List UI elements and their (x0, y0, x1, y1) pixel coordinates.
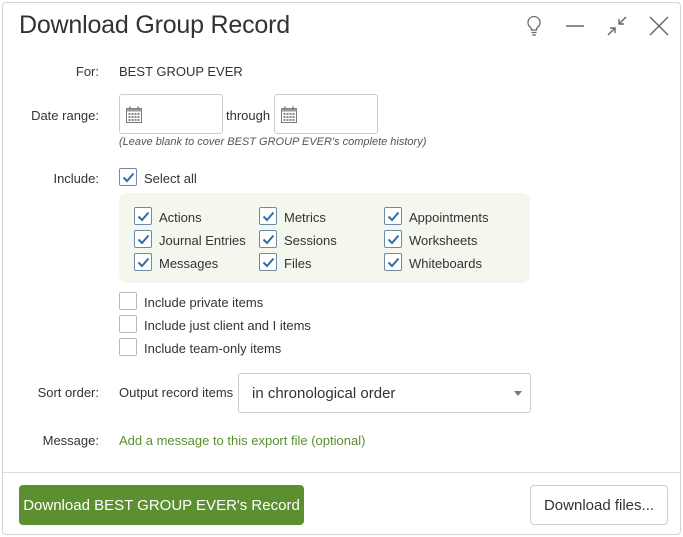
include-item-label: Journal Entries (159, 233, 246, 248)
privacy-option-label: Include private items (144, 295, 264, 310)
select-all-label: Select all (144, 171, 197, 186)
calendar-icon[interactable] (126, 106, 142, 128)
sort-order-label: Sort order: (37, 385, 99, 400)
privacy-option-label: Include just client and I items (144, 318, 311, 333)
sort-order-selected: in chronological order (252, 385, 396, 402)
message-label: Message: (42, 433, 99, 448)
privacy-option-label: Include team-only items (144, 341, 282, 356)
include-item-label: Whiteboards (409, 256, 482, 271)
lightbulb-icon[interactable] (521, 13, 547, 39)
include-item-label: Actions (159, 210, 202, 225)
download-record-button[interactable]: Download BEST GROUP EVER's Record (19, 485, 304, 525)
include-whiteboards-checkbox[interactable] (384, 253, 402, 271)
include-item-label: Sessions (284, 233, 337, 248)
include-metrics-checkbox[interactable] (259, 207, 277, 225)
for-value: BEST GROUP EVER (119, 64, 243, 79)
dropdown-caret-icon (514, 391, 522, 396)
collapse-icon[interactable] (604, 13, 630, 39)
include-item-label: Files (284, 256, 312, 271)
dialog-title: Download Group Record (19, 11, 290, 39)
download-files-button[interactable]: Download files... (530, 485, 668, 525)
include-worksheets-checkbox[interactable] (384, 230, 402, 248)
date-range-label: Date range: (31, 108, 99, 123)
through-text: through (226, 108, 271, 123)
date-start-input[interactable] (119, 94, 223, 134)
include-item-label: Worksheets (409, 233, 478, 248)
include-item-label: Messages (159, 256, 219, 271)
include-label: Include: (53, 171, 99, 186)
include-journal-entries-checkbox[interactable] (134, 230, 152, 248)
sort-prefix-text: Output record items (119, 385, 234, 400)
privacy-option-checkbox[interactable] (119, 315, 137, 333)
for-label: For: (75, 64, 99, 79)
include-messages-checkbox[interactable] (134, 253, 152, 271)
include-files-checkbox[interactable] (259, 253, 277, 271)
close-icon[interactable] (646, 13, 672, 39)
date-end-input[interactable] (274, 94, 378, 134)
include-sessions-checkbox[interactable] (259, 230, 277, 248)
include-actions-checkbox[interactable] (134, 207, 152, 225)
include-item-label: Metrics (284, 210, 326, 225)
minimize-icon[interactable] (562, 13, 588, 39)
add-message-link[interactable]: Add a message to this export file (optio… (119, 433, 365, 448)
footer-divider (3, 472, 680, 473)
date-range-hint: (Leave blank to cover BEST GROUP EVER's … (119, 136, 427, 148)
sort-order-select[interactable]: in chronological order (238, 373, 531, 413)
privacy-option-checkbox[interactable] (119, 292, 137, 310)
select-all-checkbox[interactable] (119, 168, 137, 186)
privacy-option-checkbox[interactable] (119, 338, 137, 356)
download-record-dialog: Download Group Record For: BEST GROUP EV… (2, 2, 681, 535)
include-item-label: Appointments (409, 210, 489, 225)
calendar-icon[interactable] (281, 106, 297, 128)
include-appointments-checkbox[interactable] (384, 207, 402, 225)
